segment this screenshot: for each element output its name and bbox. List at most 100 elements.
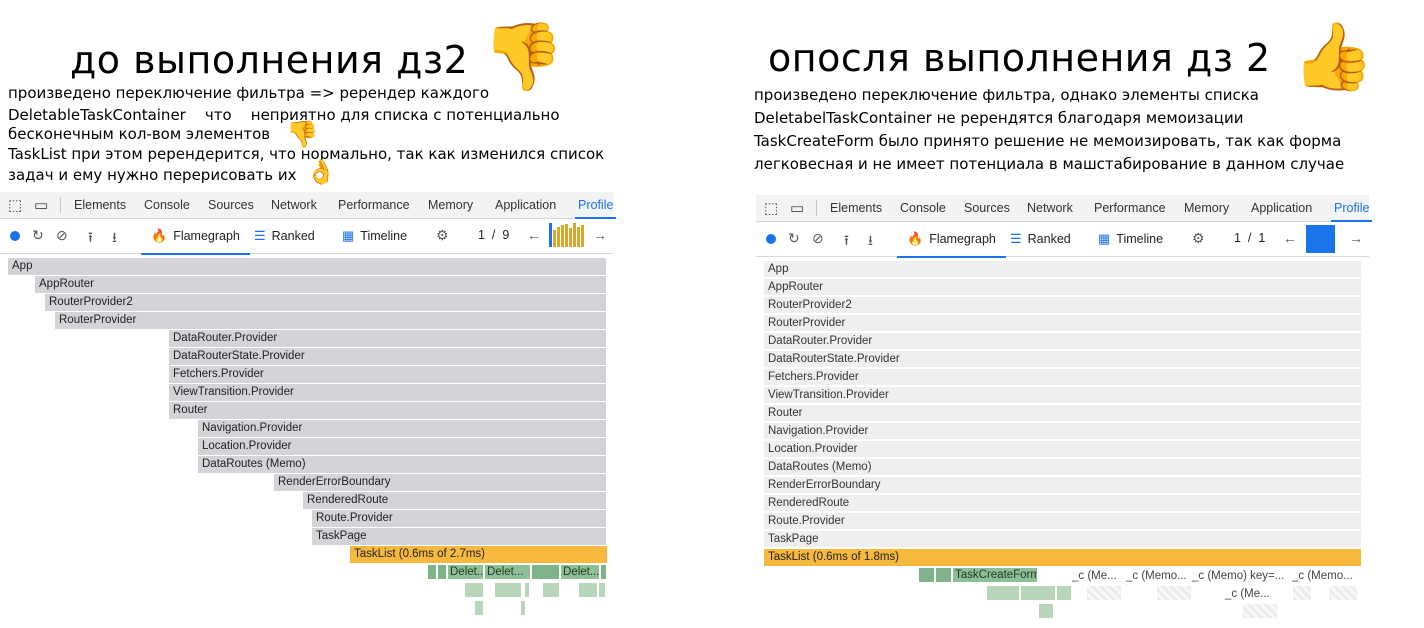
clear-icon[interactable]: ⊘ xyxy=(56,227,68,244)
flame-node-deletable-container[interactable] xyxy=(437,564,447,580)
flame-node[interactable]: DataRoutes (Memo) xyxy=(198,456,607,473)
tab-profiler[interactable]: Profile xyxy=(574,198,617,219)
commit-bar[interactable] xyxy=(553,230,556,247)
tab-profiler[interactable]: Profile xyxy=(1330,201,1373,222)
flame-node-child[interactable] xyxy=(474,600,484,616)
tab-network[interactable]: Network xyxy=(1027,201,1073,215)
flame-node-child[interactable] xyxy=(986,585,1020,601)
flame-node[interactable]: RouterProvider xyxy=(764,315,1361,332)
flame-node[interactable]: DataRouterState.Provider xyxy=(169,348,607,365)
tab-performance[interactable]: Performance xyxy=(1094,201,1166,215)
flame-node-child[interactable] xyxy=(542,582,560,598)
flame-node[interactable]: DataRouter.Provider xyxy=(764,333,1361,350)
flame-node-child[interactable] xyxy=(578,582,598,598)
flame-node[interactable]: AppRouter xyxy=(764,279,1361,296)
flame-node-memo-child[interactable] xyxy=(1156,585,1192,601)
flame-node[interactable]: DataRouterState.Provider xyxy=(764,351,1361,368)
previous-commit-icon[interactable]: ← xyxy=(527,227,541,243)
record-button[interactable] xyxy=(10,231,20,241)
flame-node-deletable-container[interactable]: Delet... xyxy=(560,564,600,580)
flame-node-child[interactable] xyxy=(1038,603,1054,619)
flame-node[interactable]: RouterProvider xyxy=(55,312,607,329)
flame-node-task-create-form[interactable] xyxy=(918,567,935,583)
flame-node[interactable]: RenderedRoute xyxy=(303,492,607,509)
tab-console[interactable]: Console xyxy=(144,198,190,212)
flame-node-memo-container[interactable]: _c (Me... xyxy=(1069,567,1123,583)
previous-commit-icon[interactable]: ← xyxy=(1283,230,1297,246)
flame-node-memo-child[interactable] xyxy=(1086,585,1122,601)
flame-node-deletable-container[interactable] xyxy=(427,564,437,580)
flame-node-tasklist[interactable]: TaskList (0.6ms of 2.7ms) xyxy=(350,546,607,563)
clear-icon[interactable]: ⊘ xyxy=(812,230,824,247)
flame-node[interactable]: App xyxy=(764,261,1361,278)
flame-node[interactable]: Location.Provider xyxy=(198,438,607,455)
tab-application[interactable]: Application xyxy=(495,198,556,212)
view-ranked[interactable]: ☰ Ranked xyxy=(254,228,315,244)
flame-node[interactable]: Router xyxy=(169,402,607,419)
tab-application[interactable]: Application xyxy=(1251,201,1312,215)
commit-bar[interactable] xyxy=(569,228,572,247)
flame-node-child[interactable] xyxy=(598,582,606,598)
flame-node-child[interactable] xyxy=(524,582,530,598)
inspect-element-icon[interactable]: ⬚ xyxy=(764,199,778,217)
flame-node-deletable-container[interactable] xyxy=(600,564,607,580)
record-button[interactable] xyxy=(766,234,776,244)
flame-node[interactable]: RenderErrorBoundary xyxy=(274,474,607,491)
flame-node-task-create-form[interactable] xyxy=(935,567,952,583)
flame-node-memo-child[interactable] xyxy=(1292,585,1312,601)
flame-node[interactable]: RouterProvider2 xyxy=(45,294,607,311)
flame-node-task-create-form[interactable]: TaskCreateForm (0.... xyxy=(952,567,1038,583)
inspect-element-icon[interactable]: ⬚ xyxy=(8,196,22,214)
reload-icon[interactable]: ↻ xyxy=(788,230,800,247)
flame-node[interactable]: Navigation.Provider xyxy=(198,420,607,437)
flame-node-child[interactable] xyxy=(464,582,484,598)
tab-console[interactable]: Console xyxy=(900,201,946,215)
flame-node[interactable]: TaskPage xyxy=(312,528,607,545)
view-flamegraph[interactable]: 🔥 Flamegraph xyxy=(141,228,250,255)
device-toolbar-icon[interactable]: ▭ xyxy=(34,196,48,214)
flame-node-deletable-container[interactable]: Delet... xyxy=(484,564,531,580)
flame-node[interactable]: RouterProvider2 xyxy=(764,297,1361,314)
tab-sources[interactable]: Sources xyxy=(964,201,1010,215)
flame-node[interactable]: Fetchers.Provider xyxy=(764,369,1361,386)
flame-node-memo-container[interactable]: _c (Memo... xyxy=(1289,567,1361,583)
flame-node-tasklist[interactable]: TaskList (0.6ms of 1.8ms) xyxy=(764,549,1361,566)
flame-node[interactable]: Route.Provider xyxy=(312,510,607,527)
commit-bar[interactable] xyxy=(577,227,580,247)
tab-memory[interactable]: Memory xyxy=(428,198,473,212)
upload-icon[interactable]: ⭱ xyxy=(88,227,93,251)
download-icon[interactable]: ⭳ xyxy=(112,227,117,251)
tab-sources[interactable]: Sources xyxy=(208,198,254,212)
gear-icon[interactable]: ⚙ xyxy=(1192,230,1205,247)
device-toolbar-icon[interactable]: ▭ xyxy=(790,199,804,217)
commit-bar[interactable] xyxy=(565,224,568,247)
tab-network[interactable]: Network xyxy=(271,198,317,212)
flame-node-child[interactable] xyxy=(520,600,526,616)
flame-node-memo-child[interactable]: _c (Me... xyxy=(1222,585,1278,601)
flame-node[interactable]: RenderErrorBoundary xyxy=(764,477,1361,494)
flame-node[interactable]: AppRouter xyxy=(35,276,607,293)
flame-node[interactable]: Navigation.Provider xyxy=(764,423,1361,440)
gear-icon[interactable]: ⚙ xyxy=(436,227,449,244)
commit-bar[interactable] xyxy=(557,227,560,247)
flame-node[interactable]: Route.Provider xyxy=(764,513,1361,530)
flame-node[interactable]: ViewTransition.Provider xyxy=(169,384,607,401)
reload-icon[interactable]: ↻ xyxy=(32,227,44,244)
download-icon[interactable]: ⭳ xyxy=(868,230,873,254)
flame-node-memo-container[interactable]: _c (Memo... xyxy=(1123,567,1189,583)
flame-node[interactable]: DataRouter.Provider xyxy=(169,330,607,347)
commit-bar[interactable] xyxy=(581,225,584,247)
commit-bar[interactable] xyxy=(561,225,564,247)
flame-node-child[interactable] xyxy=(1056,585,1072,601)
commit-chart-bar[interactable] xyxy=(1306,225,1335,253)
flame-node-child[interactable] xyxy=(494,582,522,598)
tab-performance[interactable]: Performance xyxy=(338,198,410,212)
flame-node-deletable-container[interactable]: Delet... xyxy=(447,564,484,580)
flame-node-memo-child[interactable] xyxy=(1242,603,1278,619)
view-timeline[interactable]: ▦ Timeline xyxy=(342,228,407,244)
view-ranked[interactable]: ☰ Ranked xyxy=(1010,231,1071,247)
next-commit-icon[interactable]: → xyxy=(1349,230,1363,246)
flame-node[interactable]: DataRoutes (Memo) xyxy=(764,459,1361,476)
flame-node[interactable]: Location.Provider xyxy=(764,441,1361,458)
view-timeline[interactable]: ▦ Timeline xyxy=(1098,231,1163,247)
